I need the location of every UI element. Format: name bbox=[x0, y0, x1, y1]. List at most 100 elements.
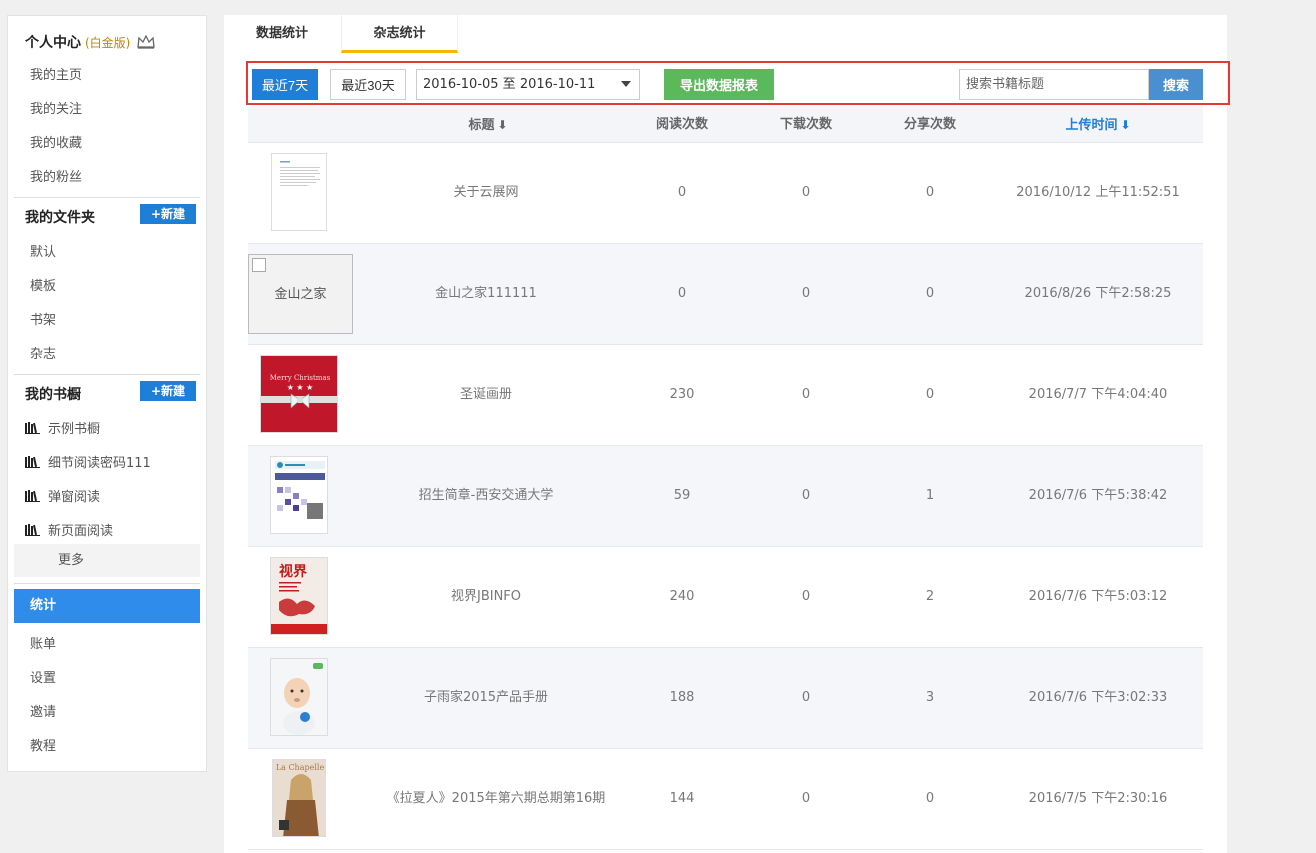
read-count: 144 bbox=[669, 791, 695, 806]
table-row[interactable]: 招生简章-西安交通大学 59 0 1 2016/7/6 下午5:38:42 bbox=[248, 446, 1203, 547]
fashion-cover-image: La Chapelle bbox=[273, 760, 325, 836]
book-cover[interactable]: Merry Christmas ★ ★ ★ bbox=[260, 355, 338, 433]
export-report-button[interactable]: 导出数据报表 bbox=[664, 69, 774, 100]
header-reads[interactable]: 阅读次数 bbox=[620, 107, 744, 143]
divider bbox=[14, 374, 200, 375]
read-count: 230 bbox=[669, 387, 695, 402]
read-count: 188 bbox=[669, 690, 695, 705]
sidebar-item-bills[interactable]: 账单 bbox=[30, 633, 56, 652]
bookcase-item-newpage[interactable]: 新页面阅读 bbox=[25, 520, 113, 539]
bookcase-icon bbox=[25, 524, 40, 536]
table-row[interactable]: La Chapelle 《拉夏人》2015年第六期总期第16期 144 0 0 … bbox=[248, 749, 1203, 850]
search-input[interactable] bbox=[959, 69, 1149, 100]
date-range-select[interactable]: 2016-10-05 至 2016-10-11 bbox=[416, 69, 640, 100]
book-cover[interactable] bbox=[270, 658, 328, 736]
sidebar-item-template[interactable]: 模板 bbox=[30, 275, 56, 294]
download-count: 0 bbox=[801, 286, 811, 301]
upload-time: 2016/10/12 上午11:52:51 bbox=[1016, 185, 1180, 200]
sidebar-item-home[interactable]: 我的主页 bbox=[30, 64, 82, 83]
share-count: 3 bbox=[925, 690, 935, 705]
book-title[interactable]: 关于云展网 bbox=[388, 143, 584, 243]
book-cover-broken[interactable]: 金山之家 bbox=[248, 254, 353, 334]
bookcase-icon bbox=[25, 422, 40, 434]
book-title[interactable]: 视界JBINFO bbox=[388, 547, 584, 647]
book-title[interactable]: 子雨家2015产品手册 bbox=[388, 648, 584, 748]
download-count: 0 bbox=[801, 387, 811, 402]
christmas-cover-image: Merry Christmas★ ★ ★ bbox=[261, 356, 337, 432]
header-title[interactable]: 标题 ⬇ bbox=[408, 107, 568, 143]
main-panel: 数据统计 杂志统计 最近7天 最近30天 2016-10-05 至 2016-1… bbox=[224, 15, 1230, 853]
share-count: 0 bbox=[925, 286, 935, 301]
sidebar-item-fans[interactable]: 我的粉丝 bbox=[30, 166, 82, 185]
sidebar-item-statistics[interactable]: 统计 bbox=[14, 589, 200, 623]
header-upload-time[interactable]: 上传时间 ⬇ bbox=[998, 107, 1198, 143]
table-row[interactable]: 视界 视界JBINFO 240 0 2 2016/7/6 下午5:03:12 bbox=[248, 547, 1203, 648]
date-range-value: 2016-10-05 至 2016-10-11 bbox=[423, 77, 596, 92]
read-count: 59 bbox=[673, 488, 691, 503]
table-row[interactable]: 子雨家2015产品手册 188 0 3 2016/7/6 下午3:02:33 bbox=[248, 648, 1203, 749]
personal-center-heading[interactable]: 个人中心 (白金版) bbox=[25, 32, 155, 52]
upload-time: 2016/7/6 下午3:02:33 bbox=[1028, 690, 1168, 705]
personal-center-label: 个人中心 bbox=[25, 35, 81, 51]
download-count: 0 bbox=[801, 589, 811, 604]
university-cover-image bbox=[271, 457, 327, 533]
header-shares[interactable]: 分享次数 bbox=[868, 107, 992, 143]
sidebar-item-following[interactable]: 我的关注 bbox=[30, 98, 82, 117]
table-row[interactable]: 关于云展网 0 0 0 2016/10/12 上午11:52:51 bbox=[248, 143, 1203, 244]
bookcase-icon bbox=[25, 456, 40, 468]
broken-image-icon bbox=[252, 258, 266, 272]
sidebar-item-favorites[interactable]: 我的收藏 bbox=[30, 132, 82, 151]
book-title[interactable]: 《拉夏人》2015年第六期总期第16期 bbox=[368, 749, 624, 849]
svg-text:Merry Christmas: Merry Christmas bbox=[270, 374, 331, 382]
header-title-label: 标题 bbox=[468, 118, 495, 133]
bookcase-item-sample[interactable]: 示例书橱 bbox=[25, 418, 100, 437]
share-count: 0 bbox=[925, 185, 935, 200]
book-title[interactable]: 招生简章-西安交通大学 bbox=[388, 446, 584, 546]
sidebar-item-invite[interactable]: 邀请 bbox=[30, 701, 56, 720]
sidebar-item-bookshelf[interactable]: 书架 bbox=[30, 309, 56, 328]
baby-cover-image bbox=[271, 659, 327, 735]
read-count: 240 bbox=[669, 589, 695, 604]
new-bookcase-button[interactable]: +新建 bbox=[140, 381, 196, 401]
upload-time: 2016/7/6 下午5:03:12 bbox=[1028, 589, 1168, 604]
sidebar-item-magazine[interactable]: 杂志 bbox=[30, 343, 56, 362]
last-7-days-button[interactable]: 最近7天 bbox=[252, 69, 318, 100]
divider bbox=[14, 197, 200, 198]
bookcase-item-popup[interactable]: 弹窗阅读 bbox=[25, 486, 100, 505]
download-count: 0 bbox=[801, 791, 811, 806]
svg-text:★ ★ ★: ★ ★ ★ bbox=[287, 383, 314, 392]
caret-down-icon bbox=[621, 81, 631, 87]
svg-text:La Chapelle: La Chapelle bbox=[276, 763, 325, 772]
divider bbox=[14, 583, 200, 584]
book-title[interactable]: 金山之家111111 bbox=[388, 244, 584, 344]
sort-down-icon: ⬇ bbox=[1120, 118, 1131, 132]
book-cover[interactable]: La Chapelle bbox=[272, 759, 326, 837]
read-count: 0 bbox=[677, 286, 687, 301]
filter-toolbar: 最近7天 最近30天 2016-10-05 至 2016-10-11 导出数据报… bbox=[246, 61, 1230, 105]
table-row[interactable]: Merry Christmas ★ ★ ★ 圣诞画册 230 0 0 2016/7… bbox=[248, 345, 1203, 446]
last-30-days-button[interactable]: 最近30天 bbox=[330, 69, 406, 100]
sidebar-item-default[interactable]: 默认 bbox=[30, 241, 56, 260]
bookcase-item-detail[interactable]: 细节阅读密码111 bbox=[25, 452, 151, 471]
tab-magazine-statistics[interactable]: 杂志统计 bbox=[341, 15, 458, 53]
search-button[interactable]: 搜索 bbox=[1149, 69, 1203, 100]
sort-down-icon: ⬇ bbox=[497, 118, 508, 132]
upload-time: 2016/7/7 下午4:04:40 bbox=[1028, 387, 1168, 402]
book-cover[interactable] bbox=[270, 456, 328, 534]
upload-time: 2016/7/5 下午2:30:16 bbox=[1028, 791, 1168, 806]
header-upload-time-label: 上传时间 bbox=[1065, 118, 1118, 133]
sidebar-item-settings[interactable]: 设置 bbox=[30, 667, 56, 686]
table-row[interactable]: 金山之家 金山之家111111 0 0 0 2016/8/26 下午2:58:2… bbox=[248, 244, 1203, 345]
book-title[interactable]: 圣诞画册 bbox=[388, 345, 584, 445]
book-cover[interactable] bbox=[271, 153, 327, 231]
sidebar-item-tutorial[interactable]: 教程 bbox=[30, 735, 56, 754]
download-count: 0 bbox=[801, 690, 811, 705]
book-cover[interactable]: 视界 bbox=[270, 557, 328, 635]
more-button[interactable]: 更多 bbox=[14, 544, 200, 577]
header-downloads[interactable]: 下载次数 bbox=[744, 107, 868, 143]
tab-data-statistics[interactable]: 数据统计 bbox=[236, 15, 328, 53]
new-folder-button[interactable]: +新建 bbox=[140, 204, 196, 224]
share-count: 0 bbox=[925, 791, 935, 806]
folders-heading: 我的文件夹 bbox=[25, 210, 95, 226]
red-poster-cover-image: 视界 bbox=[271, 558, 327, 634]
